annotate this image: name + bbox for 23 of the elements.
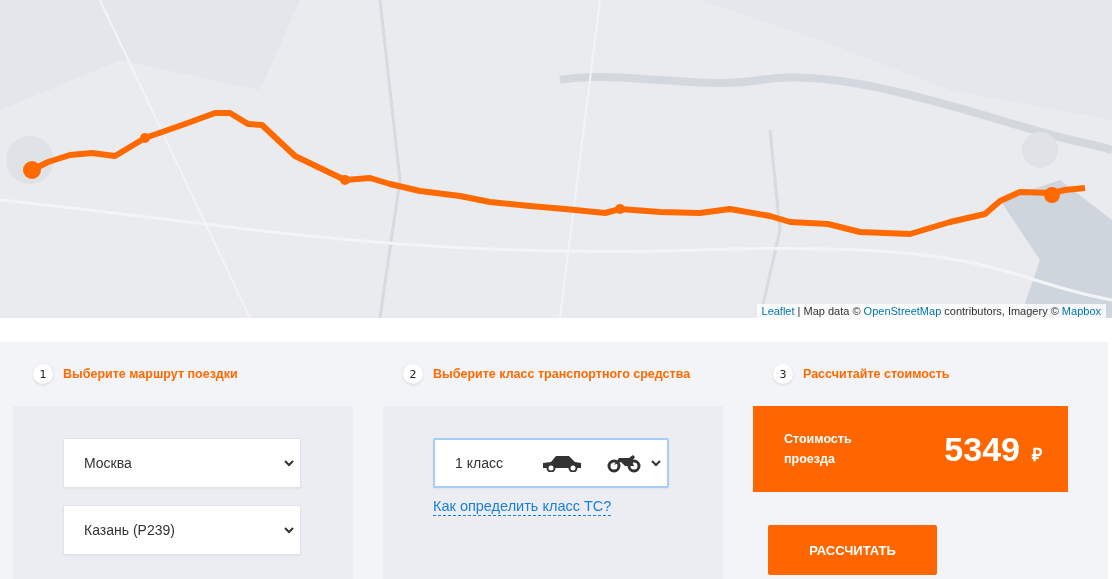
- route-select[interactable]: Москва: [63, 438, 301, 488]
- attribution-link[interactable]: OpenStreetMap: [863, 305, 942, 317]
- vehicle-class-select[interactable]: 1 класс: [433, 438, 669, 488]
- attribution-link[interactable]: Mapbox: [1061, 305, 1101, 317]
- chevron-down-icon: [284, 459, 294, 467]
- currency-sign: ₽: [1032, 444, 1042, 466]
- step-number: 2: [403, 364, 423, 384]
- step-number: 3: [773, 364, 793, 384]
- chevron-down-icon: [284, 526, 294, 534]
- route-select[interactable]: Казань (Р239): [63, 505, 301, 555]
- cost-label: Стоимость проезда: [784, 431, 853, 468]
- step-title: Выберите маршрут поездки: [63, 367, 238, 381]
- step-title: Рассчитайте стоимость: [803, 367, 950, 381]
- attribution-link[interactable]: Leaflet: [761, 305, 795, 317]
- cost-value: 5349: [944, 429, 1020, 469]
- car-icon: [541, 454, 583, 472]
- motorcycle-icon: [607, 453, 641, 473]
- step-title: Выберите класс транспортного средства: [433, 367, 691, 381]
- chevron-down-icon: [651, 459, 661, 467]
- step-number: 1: [33, 364, 53, 384]
- map-attribution: Leaflet | Map data © OpenStreetMap contributors, Imagery © Mapbox: [756, 304, 1106, 318]
- calculate-button[interactable]: РАССЧИТАТЬ: [768, 525, 937, 575]
- vehicle-class-help-link[interactable]: Как определить класс ТС?: [433, 497, 612, 516]
